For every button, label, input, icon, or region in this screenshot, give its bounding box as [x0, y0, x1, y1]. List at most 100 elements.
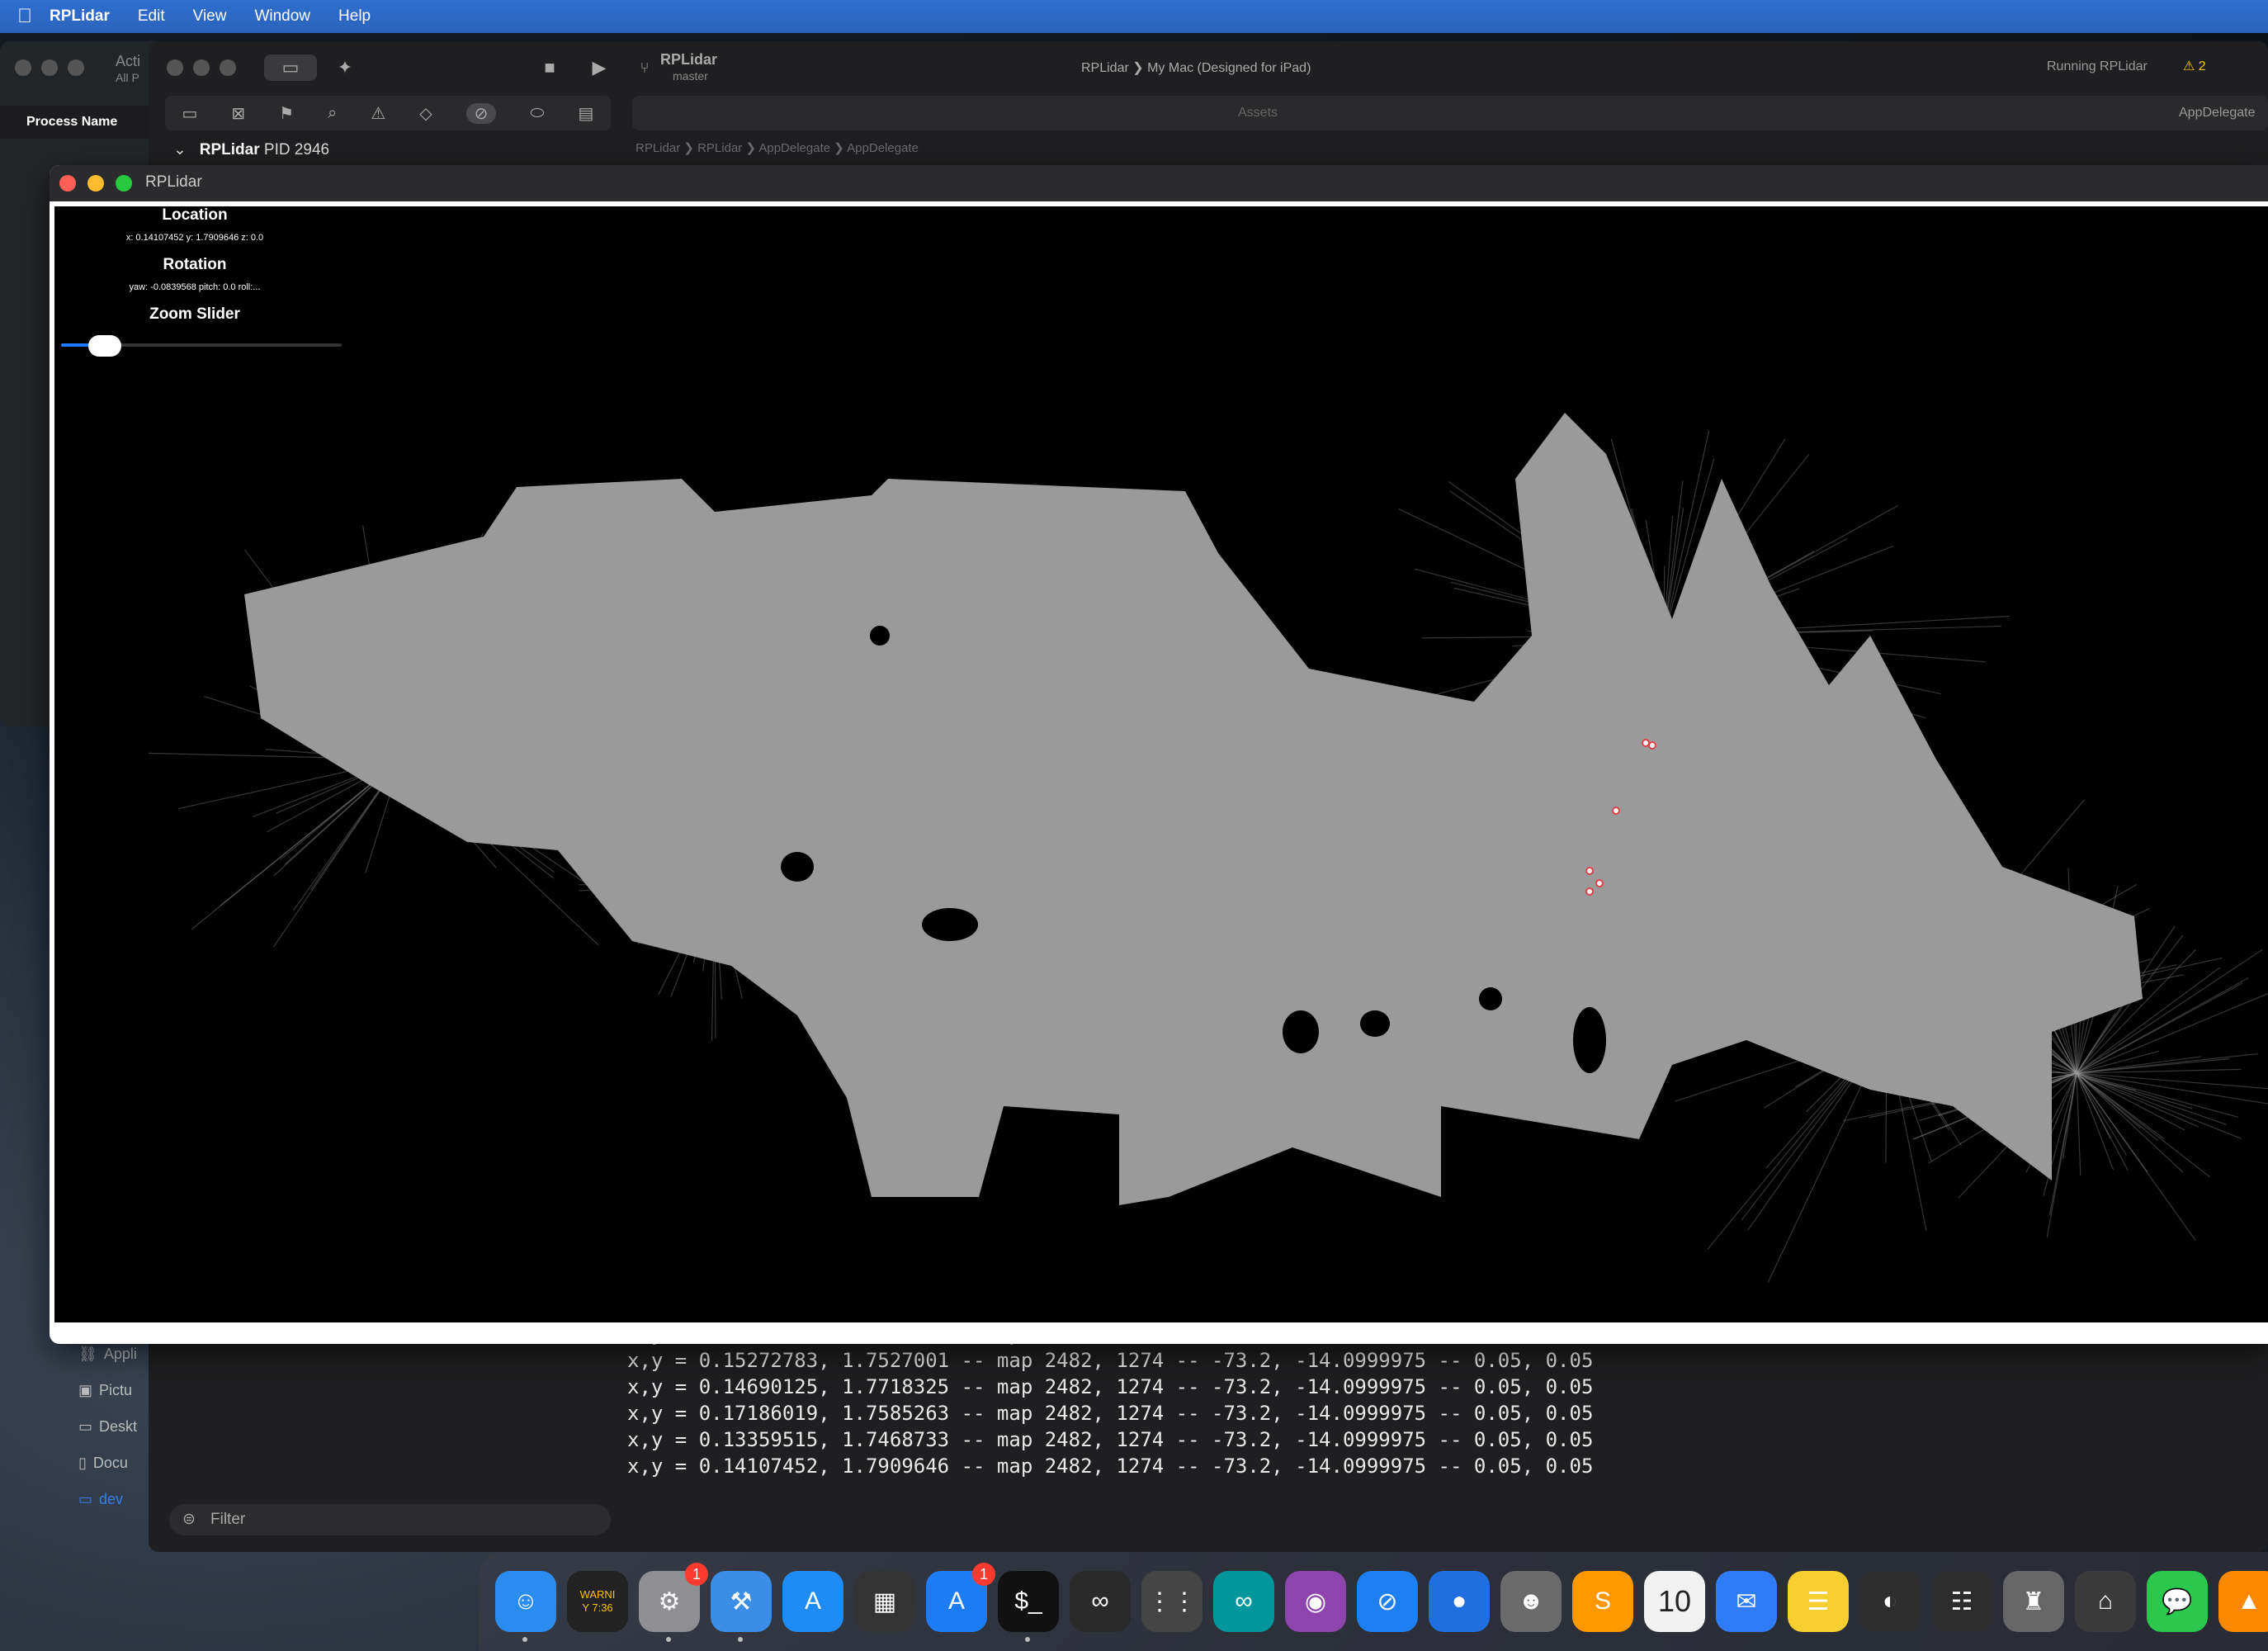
keynote-icon[interactable]: ◐	[1859, 1571, 1921, 1632]
notification-badge: 1	[972, 1563, 995, 1586]
minimize-button[interactable]	[193, 59, 210, 76]
filter-placeholder: Filter	[210, 1511, 246, 1528]
safari-icon[interactable]: ⊘	[1357, 1571, 1418, 1632]
run-button-icon[interactable]: ▶	[586, 54, 612, 81]
editor-tab-bar	[632, 96, 2268, 130]
debug-icon[interactable]: ⊘	[465, 102, 497, 124]
sidebar-item-label: Pictu	[99, 1382, 133, 1398]
app-store-icon[interactable]: A1	[926, 1563, 995, 1632]
zoom-button[interactable]	[116, 175, 132, 192]
rotation-value: yaw: -0.0839568 pitch: 0.0 roll:...	[129, 282, 261, 292]
creative-cloud-icon[interactable]: ∞	[1070, 1571, 1131, 1632]
messages-icon[interactable]: 💬	[2147, 1571, 2208, 1632]
debug-process-row[interactable]: ⌄ RPLidar PID 2946	[173, 140, 329, 159]
jump-bar[interactable]: RPLidar ❯ RPLidar ❯ AppDelegate ❯ AppDel…	[636, 140, 919, 155]
sidebar-item-dev[interactable]: ▭ dev	[78, 1481, 177, 1517]
dock: ☺ WARNI Y 7:36 ⚙ 1 ⚒ A ▦ A 1 $_ ∞ ⋮⋮ ∞ ◉ ⊘ ● ☻ S 10 ✉ ☰ ◐ ☷ ♜ ⌂ 💬…	[479, 1552, 2268, 1651]
lidar-ray	[2076, 1072, 2268, 1105]
column-header-process-name[interactable]: Process Name	[0, 106, 165, 139]
folder-icon[interactable]: ▭	[182, 103, 198, 124]
notes-icon[interactable]: ☰	[1788, 1571, 1849, 1632]
lidar-map-view[interactable]: Location x: 0.14107452 y: 1.7909646 z: 0…	[54, 206, 2268, 1322]
mission-control-icon[interactable]: ▦	[854, 1571, 915, 1632]
sidebar-item-label: Deskt	[99, 1418, 138, 1435]
arduino-icon[interactable]: ∞	[1213, 1571, 1274, 1632]
finder-icon[interactable]: ☺	[495, 1571, 556, 1642]
branch-name: master	[673, 69, 708, 83]
issue-icon[interactable]: ⚠	[371, 103, 385, 124]
dock-glyph: ∞	[1091, 1587, 1109, 1615]
process-name: RPLidar	[199, 141, 260, 158]
menu-app-name[interactable]: RPLidar	[50, 7, 110, 26]
menu-view[interactable]: View	[193, 7, 227, 26]
sidebar-item-desktop[interactable]: ▭ Deskt	[78, 1408, 177, 1445]
podcasts-icon[interactable]: ◉	[1285, 1571, 1346, 1632]
position-marker	[1612, 807, 1620, 815]
rplidar-titlebar[interactable]: RPLidar	[50, 165, 2268, 201]
minimize-button[interactable]	[41, 59, 58, 76]
minimize-button[interactable]	[87, 175, 104, 192]
dock-glyph: ⋮⋮	[1147, 1587, 1197, 1616]
dock-glyph: 10	[1657, 1584, 1692, 1618]
zoom-button[interactable]	[220, 59, 236, 76]
warning-count[interactable]: ⚠ 2	[2183, 58, 2206, 74]
zoom-slider-thumb[interactable]	[87, 335, 121, 357]
close-button[interactable]	[167, 59, 183, 76]
app-store-connect-icon[interactable]: A	[782, 1571, 843, 1632]
source-control-icon[interactable]: ⊠	[231, 103, 245, 124]
search-icon[interactable]: ⌕	[328, 104, 337, 123]
sidebar-item-documents[interactable]: ▯ Docu	[78, 1445, 177, 1481]
vlc-icon[interactable]: ▲	[2218, 1571, 2268, 1632]
dock-glyph: ⚒	[730, 1587, 753, 1616]
contacts-icon[interactable]: ☻	[1500, 1571, 1562, 1632]
zoom-button[interactable]	[68, 59, 84, 76]
running-indicator	[522, 1637, 527, 1642]
rplidar-traffic-lights	[59, 175, 132, 192]
sidebar-item-label: dev	[99, 1491, 124, 1507]
apple-menu-icon[interactable]: 	[0, 5, 50, 28]
console-line: x,y = 0.14107452, 1.7909646 -- map 2482,…	[627, 1455, 1594, 1478]
breakpoint-icon[interactable]: ⬭	[530, 104, 544, 123]
navigator-tab-bar: ▭ ⊠ ⚑ ⌕ ⚠ ◇ ⊘ ⬭ ▤	[165, 96, 611, 130]
console-warning-icon[interactable]: WARNI Y 7:36	[567, 1571, 628, 1632]
tab-assets[interactable]: Assets	[1238, 106, 1278, 121]
mail-icon[interactable]: ✉	[1716, 1571, 1777, 1632]
tab-appdelegate[interactable]: AppDelegate	[2179, 106, 2256, 121]
calendar-icon[interactable]: 10	[1644, 1571, 1705, 1632]
launchpad-icon[interactable]: ⋮⋮	[1141, 1571, 1203, 1632]
menu-help[interactable]: Help	[338, 7, 371, 26]
chevron-down-icon[interactable]: ⌄	[173, 141, 187, 158]
sidebar-item-pictures[interactable]: ▣ Pictu	[78, 1372, 177, 1408]
report-icon[interactable]: ▤	[579, 103, 594, 124]
debug-console[interactable]: x,y = 0.1277688, 1.7660061 -- map 2482, …	[627, 1321, 1783, 1479]
reminders-icon[interactable]: ☷	[1931, 1571, 1992, 1632]
map-obstacle	[870, 626, 890, 646]
navigator-toggle-icon[interactable]: ▭	[264, 54, 317, 81]
library-icon[interactable]: ✦	[332, 54, 358, 81]
map-obstacle	[1283, 1010, 1319, 1053]
notification-badge: 1	[685, 1563, 708, 1586]
stop-button-icon[interactable]: ■	[536, 54, 563, 81]
rplidar-window: RPLidar Location x: 0.14107452 y: 1.7909…	[50, 165, 2268, 1344]
menu-window[interactable]: Window	[254, 7, 310, 26]
scheme-name[interactable]: RPLidar	[660, 51, 717, 69]
xcode-icon[interactable]: ⚒	[711, 1571, 772, 1642]
photo-icon: ▣	[78, 1382, 93, 1398]
pitcher-icon[interactable]: ♜	[2003, 1571, 2064, 1632]
system-settings-icon[interactable]: ⚙ 1	[639, 1563, 708, 1642]
filter-field[interactable]: ⊜ Filter	[169, 1504, 611, 1535]
dock-glyph: ☺	[513, 1587, 539, 1615]
run-destination[interactable]: RPLidar ❯ My Mac (Designed for iPad)	[1081, 59, 1311, 76]
close-button[interactable]	[15, 59, 31, 76]
position-marker	[1642, 739, 1650, 747]
sublime-text-icon[interactable]: S	[1572, 1571, 1633, 1632]
location-label: Location	[162, 206, 228, 224]
bookmark-icon[interactable]: ⚑	[279, 103, 294, 124]
menu-edit[interactable]: Edit	[138, 7, 165, 26]
terminal-icon[interactable]: $_	[998, 1571, 1059, 1642]
test-icon[interactable]: ◇	[419, 103, 432, 124]
network-icon[interactable]: ⌂	[2075, 1571, 2136, 1632]
maps-pin-icon[interactable]: ●	[1429, 1571, 1490, 1632]
close-button[interactable]	[59, 175, 76, 192]
position-marker	[1595, 879, 1604, 887]
